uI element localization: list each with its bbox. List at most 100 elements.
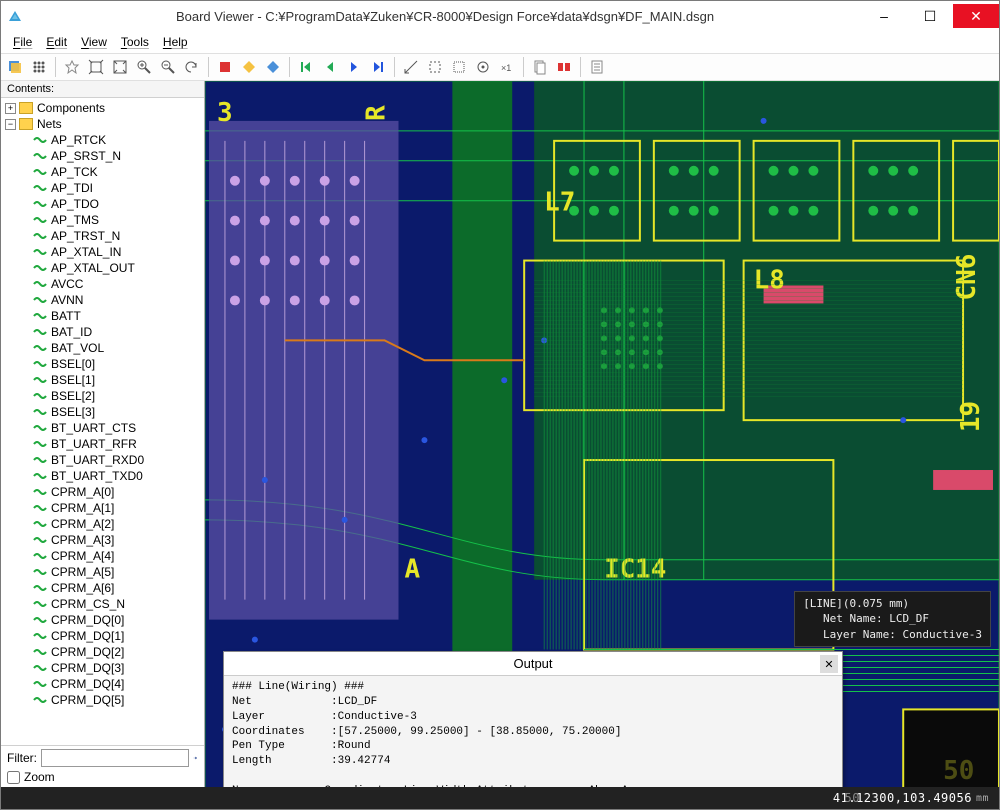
svg-text:A: A [404, 555, 420, 585]
pcb-canvas[interactable]: L7 L8 IC14 A 3 19 CN6 R 50 [LINE](0.075 … [205, 81, 999, 787]
status-unit: mm [976, 793, 989, 804]
hover-tooltip: [LINE](0.075 mm) Net Name: LCD_DF Layer … [794, 591, 991, 647]
output-title[interactable]: Output ✕ [224, 652, 842, 676]
filter-label: Filter: [7, 751, 37, 765]
filter-go-icon[interactable] [193, 751, 198, 765]
tree-net-item[interactable]: BSEL[1] [1, 372, 204, 388]
filter-input[interactable] [41, 749, 189, 767]
svg-text:50: 50 [943, 756, 974, 786]
output-close-button[interactable]: ✕ [820, 655, 838, 673]
tree-net-item[interactable]: AP_TDI [1, 180, 204, 196]
tree-net-item[interactable]: BAT_ID [1, 324, 204, 340]
statusbar: 50 41.12300,103.49056 mm [1, 787, 999, 809]
tree-net-item[interactable]: AP_TCK [1, 164, 204, 180]
tree-net-item[interactable]: CPRM_CS_N [1, 596, 204, 612]
tree-net-item[interactable]: AP_XTAL_IN [1, 244, 204, 260]
menu-edit[interactable]: Edit [40, 33, 73, 51]
menu-file[interactable]: File [7, 33, 38, 51]
tree-net-item[interactable]: CPRM_DQ[2] [1, 644, 204, 660]
tree-net-item[interactable]: BAT_VOL [1, 340, 204, 356]
tree-net-item[interactable]: AP_TMS [1, 212, 204, 228]
tree-net-item[interactable]: AVCC [1, 276, 204, 292]
nav-prev-icon[interactable] [320, 57, 340, 77]
output-window[interactable]: Output ✕ ### Line(Wiring) ### Net :LCD_D… [223, 651, 843, 787]
select-icon[interactable] [449, 57, 469, 77]
layers-icon[interactable] [5, 57, 25, 77]
report-icon[interactable] [587, 57, 607, 77]
zoom-out-icon[interactable] [158, 57, 178, 77]
tree-net-item[interactable]: CPRM_DQ[0] [1, 612, 204, 628]
toolbar: ×1 [1, 53, 999, 81]
close-button[interactable]: ✕ [953, 4, 999, 28]
tree-net-item[interactable]: BT_UART_TXD0 [1, 468, 204, 484]
fit-icon[interactable] [110, 57, 130, 77]
zoom-in-icon[interactable] [134, 57, 154, 77]
tree[interactable]: +Components−NetsAP_RTCKAP_SRST_NAP_TCKAP… [1, 98, 204, 745]
area-icon[interactable] [425, 57, 445, 77]
tree-net-item[interactable]: BSEL[0] [1, 356, 204, 372]
menubar: File Edit View Tools Help [1, 31, 999, 53]
tree-net-item[interactable]: CPRM_A[1] [1, 500, 204, 516]
window-title: Board Viewer - C:¥ProgramData¥Zuken¥CR-8… [29, 9, 861, 24]
marker-red-icon[interactable] [215, 57, 235, 77]
x1-icon[interactable]: ×1 [497, 57, 517, 77]
tree-net-item[interactable]: CPRM_A[5] [1, 564, 204, 580]
snap-icon[interactable] [473, 57, 493, 77]
tree-net-item[interactable]: AP_TRST_N [1, 228, 204, 244]
tree-folder-nets[interactable]: −Nets [1, 116, 204, 132]
tree-net-item[interactable]: CPRM_DQ[4] [1, 676, 204, 692]
contents-label: Contents: [1, 81, 204, 98]
tree-net-item[interactable]: CPRM_DQ[1] [1, 628, 204, 644]
folder-icon [19, 118, 33, 130]
svg-text:IC14: IC14 [604, 555, 666, 585]
tree-net-item[interactable]: CPRM_A[6] [1, 580, 204, 596]
minimize-button[interactable]: – [861, 4, 907, 28]
menu-help[interactable]: Help [157, 33, 194, 51]
svg-text:CN6: CN6 [952, 254, 982, 301]
titlebar[interactable]: Board Viewer - C:¥ProgramData¥Zuken¥CR-8… [1, 1, 999, 31]
tree-net-item[interactable]: CPRM_DQ[5] [1, 692, 204, 708]
tree-net-item[interactable]: AVNN [1, 292, 204, 308]
undo-icon[interactable] [182, 57, 202, 77]
tree-net-item[interactable]: CPRM_DQ[3] [1, 660, 204, 676]
svg-text:3: 3 [217, 98, 233, 128]
measure-icon[interactable] [401, 57, 421, 77]
autofit-icon[interactable] [86, 57, 106, 77]
tree-folder-components[interactable]: +Components [1, 100, 204, 116]
svg-text:19: 19 [956, 401, 986, 432]
tree-net-item[interactable]: CPRM_A[3] [1, 532, 204, 548]
tree-net-item[interactable]: CPRM_A[4] [1, 548, 204, 564]
maximize-button[interactable]: ☐ [907, 4, 953, 28]
tree-net-item[interactable]: AP_XTAL_OUT [1, 260, 204, 276]
tree-net-item[interactable]: BSEL[3] [1, 404, 204, 420]
compare-icon[interactable] [554, 57, 574, 77]
tree-net-item[interactable]: AP_TDO [1, 196, 204, 212]
zoom-label: Zoom [24, 770, 55, 784]
tree-net-item[interactable]: AP_SRST_N [1, 148, 204, 164]
collapse-icon[interactable]: − [5, 119, 16, 130]
marker-blue-icon[interactable] [263, 57, 283, 77]
tree-net-item[interactable]: BT_UART_RXD0 [1, 452, 204, 468]
tree-net-item[interactable]: BT_UART_RFR [1, 436, 204, 452]
nav-last-icon[interactable] [368, 57, 388, 77]
tree-net-item[interactable]: BSEL[2] [1, 388, 204, 404]
menu-tools[interactable]: Tools [115, 33, 155, 51]
output-body[interactable]: ### Line(Wiring) ### Net :LCD_DF Layer :… [224, 676, 842, 787]
sheets-icon[interactable] [530, 57, 550, 77]
grid-icon[interactable] [29, 57, 49, 77]
nav-first-icon[interactable] [296, 57, 316, 77]
menu-view[interactable]: View [75, 33, 113, 51]
tree-net-item[interactable]: CPRM_A[0] [1, 484, 204, 500]
tree-net-item[interactable]: CPRM_A[2] [1, 516, 204, 532]
folder-icon [19, 102, 33, 114]
svg-text:L7: L7 [544, 188, 575, 218]
tree-net-item[interactable]: BT_UART_CTS [1, 420, 204, 436]
tree-net-item[interactable]: BATT [1, 308, 204, 324]
nav-next-icon[interactable] [344, 57, 364, 77]
svg-text:R: R [362, 105, 392, 121]
tree-net-item[interactable]: AP_RTCK [1, 132, 204, 148]
expand-icon[interactable]: + [5, 103, 16, 114]
highlight-icon[interactable] [62, 57, 82, 77]
zoom-checkbox[interactable] [7, 771, 20, 784]
marker-yellow-icon[interactable] [239, 57, 259, 77]
